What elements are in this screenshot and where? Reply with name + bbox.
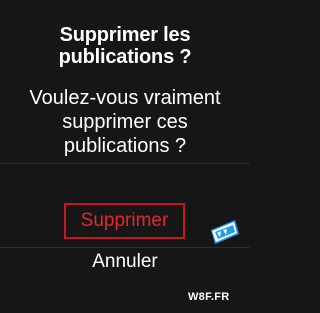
dialog-title: Supprimer les publications ? xyxy=(58,24,192,68)
w8f-logo-icon xyxy=(211,220,239,244)
cancel-button[interactable]: Annuler xyxy=(0,248,250,280)
watermark-text: W8F.FR xyxy=(188,291,230,303)
delete-button[interactable]: Supprimer xyxy=(64,203,185,239)
delete-posts-dialog: Supprimer les publications ? Voulez-vous… xyxy=(0,0,250,313)
dialog-message: Voulez-vous vraiment supprimer ces publi… xyxy=(29,87,221,157)
